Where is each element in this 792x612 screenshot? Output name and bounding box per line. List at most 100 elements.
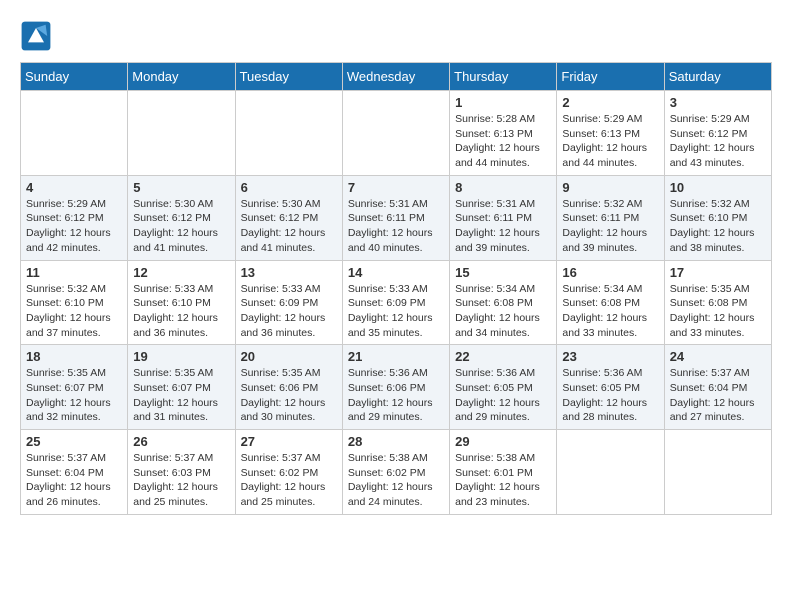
day-number: 5	[133, 180, 229, 195]
day-cell: 20Sunrise: 5:35 AM Sunset: 6:06 PM Dayli…	[235, 345, 342, 430]
day-cell: 12 Sunrise: 5:33 AM Sunset: 6:10 PM Dayli…	[128, 260, 235, 345]
day-cell	[557, 430, 664, 515]
day-info: Sunrise: 5:36 AM Sunset: 6:05 PM Dayligh…	[455, 366, 551, 425]
day-info: Sunrise: 5:29 AM Sunset: 6:13 PM Dayligh…	[562, 112, 658, 171]
day-info: Sunrise: 5:29 AM Sunset: 6:12 PM Dayligh…	[670, 112, 766, 171]
day-number: 6	[241, 180, 337, 195]
day-info: Sunrise: 5:36 AM Sunset: 6:06 PM Dayligh…	[348, 366, 444, 425]
day-cell: 25Sunrise: 5:37 AM Sunset: 6:04 PM Dayli…	[21, 430, 128, 515]
day-number: 3	[670, 95, 766, 110]
day-cell: 2 Sunrise: 5:29 AM Sunset: 6:13 PM Daylig…	[557, 91, 664, 176]
day-number: 22	[455, 349, 551, 364]
day-cell: 10 Sunrise: 5:32 AM Sunset: 6:10 PM Dayli…	[664, 175, 771, 260]
day-info: Sunrise: 5:38 AM Sunset: 6:01 PM Dayligh…	[455, 451, 551, 510]
week-row-4: 25Sunrise: 5:37 AM Sunset: 6:04 PM Dayli…	[21, 430, 772, 515]
day-number: 4	[26, 180, 122, 195]
day-cell	[21, 91, 128, 176]
day-number: 26	[133, 434, 229, 449]
header-row: SundayMondayTuesdayWednesdayThursdayFrid…	[21, 63, 772, 91]
week-row-0: 1 Sunrise: 5:28 AM Sunset: 6:13 PM Daylig…	[21, 91, 772, 176]
day-number: 28	[348, 434, 444, 449]
header	[20, 20, 772, 52]
day-cell: 26 Sunrise: 5:37 AM Sunset: 6:03 PM Dayli…	[128, 430, 235, 515]
day-cell: 28 Sunrise: 5:38 AM Sunset: 6:02 PM Dayli…	[342, 430, 449, 515]
day-cell: 16Sunrise: 5:34 AM Sunset: 6:08 PM Dayli…	[557, 260, 664, 345]
day-info: Sunrise: 5:31 AM Sunset: 6:11 PM Dayligh…	[455, 197, 551, 256]
day-cell: 19 Sunrise: 5:35 AM Sunset: 6:07 PM Dayli…	[128, 345, 235, 430]
day-number: 7	[348, 180, 444, 195]
col-header-wednesday: Wednesday	[342, 63, 449, 91]
day-info: Sunrise: 5:34 AM Sunset: 6:08 PM Dayligh…	[455, 282, 551, 341]
day-cell	[235, 91, 342, 176]
day-info: Sunrise: 5:28 AM Sunset: 6:13 PM Dayligh…	[455, 112, 551, 171]
day-number: 29	[455, 434, 551, 449]
day-cell: 23Sunrise: 5:36 AM Sunset: 6:05 PM Dayli…	[557, 345, 664, 430]
day-cell: 5 Sunrise: 5:30 AM Sunset: 6:12 PM Daylig…	[128, 175, 235, 260]
day-info: Sunrise: 5:37 AM Sunset: 6:03 PM Dayligh…	[133, 451, 229, 510]
day-info: Sunrise: 5:31 AM Sunset: 6:11 PM Dayligh…	[348, 197, 444, 256]
day-info: Sunrise: 5:33 AM Sunset: 6:09 PM Dayligh…	[241, 282, 337, 341]
logo-icon	[20, 20, 52, 52]
day-info: Sunrise: 5:35 AM Sunset: 6:07 PM Dayligh…	[133, 366, 229, 425]
col-header-thursday: Thursday	[450, 63, 557, 91]
calendar-header: SundayMondayTuesdayWednesdayThursdayFrid…	[21, 63, 772, 91]
day-cell: 22 Sunrise: 5:36 AM Sunset: 6:05 PM Dayli…	[450, 345, 557, 430]
day-cell	[342, 91, 449, 176]
day-cell: 27 Sunrise: 5:37 AM Sunset: 6:02 PM Dayli…	[235, 430, 342, 515]
day-cell: 24 Sunrise: 5:37 AM Sunset: 6:04 PM Dayli…	[664, 345, 771, 430]
day-cell: 8 Sunrise: 5:31 AM Sunset: 6:11 PM Daylig…	[450, 175, 557, 260]
day-info: Sunrise: 5:37 AM Sunset: 6:02 PM Dayligh…	[241, 451, 337, 510]
day-cell: 6 Sunrise: 5:30 AM Sunset: 6:12 PM Daylig…	[235, 175, 342, 260]
day-number: 14	[348, 265, 444, 280]
day-number: 15	[455, 265, 551, 280]
day-info: Sunrise: 5:34 AM Sunset: 6:08 PM Dayligh…	[562, 282, 658, 341]
day-number: 12	[133, 265, 229, 280]
day-cell: 21 Sunrise: 5:36 AM Sunset: 6:06 PM Dayli…	[342, 345, 449, 430]
week-row-1: 4 Sunrise: 5:29 AM Sunset: 6:12 PM Daylig…	[21, 175, 772, 260]
day-info: Sunrise: 5:29 AM Sunset: 6:12 PM Dayligh…	[26, 197, 122, 256]
calendar-body: 1 Sunrise: 5:28 AM Sunset: 6:13 PM Daylig…	[21, 91, 772, 515]
week-row-2: 11Sunrise: 5:32 AM Sunset: 6:10 PM Dayli…	[21, 260, 772, 345]
day-cell	[664, 430, 771, 515]
day-number: 27	[241, 434, 337, 449]
day-info: Sunrise: 5:35 AM Sunset: 6:08 PM Dayligh…	[670, 282, 766, 341]
day-info: Sunrise: 5:35 AM Sunset: 6:07 PM Dayligh…	[26, 366, 122, 425]
day-number: 17	[670, 265, 766, 280]
day-number: 18	[26, 349, 122, 364]
day-info: Sunrise: 5:30 AM Sunset: 6:12 PM Dayligh…	[133, 197, 229, 256]
day-cell: 15 Sunrise: 5:34 AM Sunset: 6:08 PM Dayli…	[450, 260, 557, 345]
day-number: 8	[455, 180, 551, 195]
day-cell	[128, 91, 235, 176]
col-header-saturday: Saturday	[664, 63, 771, 91]
day-info: Sunrise: 5:32 AM Sunset: 6:10 PM Dayligh…	[670, 197, 766, 256]
col-header-tuesday: Tuesday	[235, 63, 342, 91]
day-cell: 11Sunrise: 5:32 AM Sunset: 6:10 PM Dayli…	[21, 260, 128, 345]
day-number: 23	[562, 349, 658, 364]
day-cell: 9Sunrise: 5:32 AM Sunset: 6:11 PM Daylig…	[557, 175, 664, 260]
day-info: Sunrise: 5:33 AM Sunset: 6:09 PM Dayligh…	[348, 282, 444, 341]
day-number: 21	[348, 349, 444, 364]
day-info: Sunrise: 5:35 AM Sunset: 6:06 PM Dayligh…	[241, 366, 337, 425]
day-cell: 3 Sunrise: 5:29 AM Sunset: 6:12 PM Daylig…	[664, 91, 771, 176]
day-info: Sunrise: 5:30 AM Sunset: 6:12 PM Dayligh…	[241, 197, 337, 256]
day-info: Sunrise: 5:37 AM Sunset: 6:04 PM Dayligh…	[670, 366, 766, 425]
col-header-monday: Monday	[128, 63, 235, 91]
col-header-sunday: Sunday	[21, 63, 128, 91]
day-number: 11	[26, 265, 122, 280]
day-number: 24	[670, 349, 766, 364]
day-number: 1	[455, 95, 551, 110]
day-number: 13	[241, 265, 337, 280]
logo	[20, 20, 56, 52]
day-cell: 18 Sunrise: 5:35 AM Sunset: 6:07 PM Dayli…	[21, 345, 128, 430]
day-number: 2	[562, 95, 658, 110]
calendar-table: SundayMondayTuesdayWednesdayThursdayFrid…	[20, 62, 772, 515]
day-cell: 14 Sunrise: 5:33 AM Sunset: 6:09 PM Dayli…	[342, 260, 449, 345]
day-number: 19	[133, 349, 229, 364]
day-cell: 29 Sunrise: 5:38 AM Sunset: 6:01 PM Dayli…	[450, 430, 557, 515]
day-number: 9	[562, 180, 658, 195]
day-info: Sunrise: 5:38 AM Sunset: 6:02 PM Dayligh…	[348, 451, 444, 510]
day-number: 10	[670, 180, 766, 195]
page: SundayMondayTuesdayWednesdayThursdayFrid…	[0, 0, 792, 525]
day-cell: 4 Sunrise: 5:29 AM Sunset: 6:12 PM Daylig…	[21, 175, 128, 260]
day-info: Sunrise: 5:33 AM Sunset: 6:10 PM Dayligh…	[133, 282, 229, 341]
